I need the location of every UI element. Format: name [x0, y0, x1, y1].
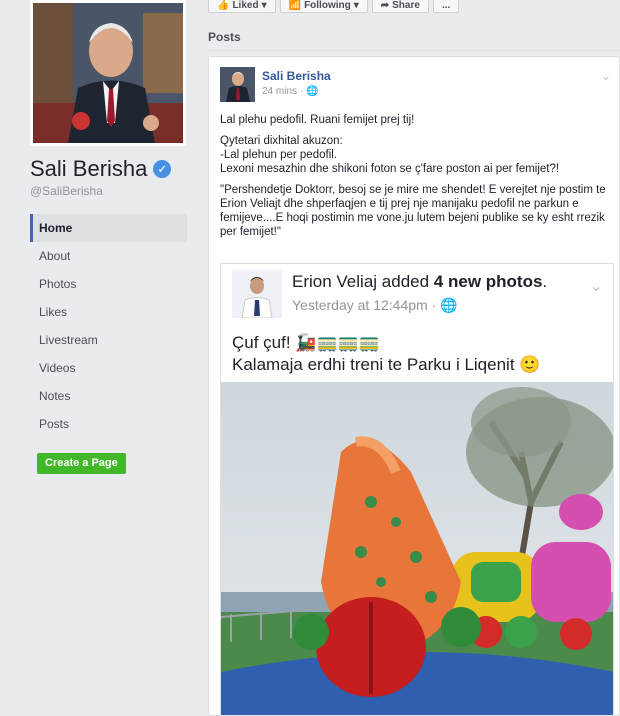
shared-author-avatar: [232, 270, 282, 318]
post-author-avatar[interactable]: [220, 67, 255, 102]
post-options-chevron-icon[interactable]: ⌄: [601, 69, 611, 83]
chevron-down-icon: ⌄: [589, 278, 603, 295]
post-timestamp[interactable]: 24 mins: [262, 86, 297, 97]
nav-item-about[interactable]: About: [30, 242, 187, 270]
following-button[interactable]: 📶 Following ▾: [279, 0, 368, 13]
chevron-down-icon: ▾: [353, 0, 359, 11]
post-paragraph: Lal plehu pedofil. Ruani femijet prej ti…: [220, 114, 415, 126]
shared-post-meta: Yesterday at 12:44pm · 🌐: [292, 297, 458, 314]
more-button[interactable]: ...: [432, 0, 460, 13]
nav-item-videos[interactable]: Videos: [30, 354, 187, 382]
profile-sidebar: Sali Berisha ✓ @SaliBerisha Home About P…: [0, 0, 200, 705]
globe-icon: 🌐: [306, 86, 319, 97]
verified-badge-icon: ✓: [153, 160, 172, 178]
shared-text-line-1: Çuf çuf! 🚂🚃🚃🚃: [232, 332, 540, 354]
smile-emoji-icon: 🙂: [519, 355, 541, 374]
nav-item-posts[interactable]: Posts: [30, 410, 187, 438]
nav-item-photos[interactable]: Photos: [30, 270, 187, 298]
rss-icon: 📶: [288, 0, 302, 11]
shared-text-line-2: Kalamaja erdhi treni te Parku i Liqenit …: [232, 354, 540, 376]
following-label: Following: [304, 0, 351, 11]
dot-separator: ·: [300, 86, 304, 97]
profile-picture[interactable]: [30, 0, 186, 146]
shared-avatar-art: [232, 270, 282, 318]
dot-separator: ·: [431, 297, 437, 313]
photo-art: [221, 382, 613, 715]
shared-action-pre: added: [377, 272, 434, 291]
shared-post-screenshot[interactable]: Erion Veliaj added 4 new photos. Yesterd…: [220, 263, 614, 715]
inflatable-train-photo: [221, 382, 613, 715]
shared-author-name: Erion Veliaj: [292, 272, 378, 291]
shared-line2-text: Kalamaja erdhi treni te Parku i Liqenit: [232, 355, 520, 374]
shared-action-bold: 4 new photos: [433, 272, 543, 291]
train-emoji-icon: 🚂🚃🚃🚃: [295, 333, 380, 352]
shared-post-text: Çuf çuf! 🚂🚃🚃🚃 Kalamaja erdhi treni te Pa…: [232, 332, 540, 376]
thumbs-up-icon: 👍: [217, 0, 230, 11]
nav-item-livestream[interactable]: Livestream: [30, 326, 187, 354]
profile-photo-art: [33, 3, 183, 143]
shared-post-header: Erion Veliaj added 4 new photos.: [292, 272, 547, 292]
post-paragraph: -Lal plehun per pedofil.: [220, 149, 337, 161]
post-paragraph: "Pershendetje Doktorr, besoj se je mire …: [220, 184, 606, 238]
share-button[interactable]: ➦ Share: [371, 0, 429, 13]
create-page-button[interactable]: Create a Page: [37, 453, 126, 474]
post-card: Sali Berisha 24 mins · 🌐 ⌄ Lal plehu ped…: [208, 56, 620, 716]
nav-item-notes[interactable]: Notes: [30, 382, 187, 410]
share-label: Share: [392, 0, 420, 11]
share-icon: ➦: [380, 0, 390, 11]
chevron-down-icon: ▾: [261, 0, 267, 11]
post-paragraph: Qytetari dixhital akuzon:: [220, 135, 343, 147]
page-nav: Home About Photos Likes Livestream Video…: [30, 214, 187, 438]
liked-button[interactable]: 👍 Liked ▾: [208, 0, 276, 13]
post-meta: 24 mins · 🌐: [262, 86, 319, 97]
avatar-art: [220, 67, 255, 102]
page-name: Sali Berisha ✓: [30, 156, 172, 182]
page-action-bar: 👍 Liked ▾ 📶 Following ▾ ➦ Share ...: [208, 0, 528, 14]
section-title: Posts: [208, 30, 241, 44]
divider: [208, 50, 620, 51]
shared-line1-text: Çuf çuf!: [232, 333, 296, 352]
liked-label: Liked: [232, 0, 259, 11]
nav-item-home[interactable]: Home: [30, 214, 187, 242]
post-paragraph: Lexoni mesazhin dhe shikoni foton se ç'f…: [220, 163, 560, 175]
post-author-name[interactable]: Sali Berisha: [262, 69, 331, 83]
globe-icon: 🌐: [440, 297, 458, 313]
nav-item-likes[interactable]: Likes: [30, 298, 187, 326]
shared-timestamp: Yesterday at 12:44pm: [292, 297, 428, 313]
page-handle: @SaliBerisha: [30, 184, 103, 198]
post-body: Lal plehu pedofil. Ruani femijet prej ti…: [220, 113, 612, 246]
shared-action-post: .: [542, 272, 548, 291]
page-name-text: Sali Berisha: [30, 156, 148, 181]
